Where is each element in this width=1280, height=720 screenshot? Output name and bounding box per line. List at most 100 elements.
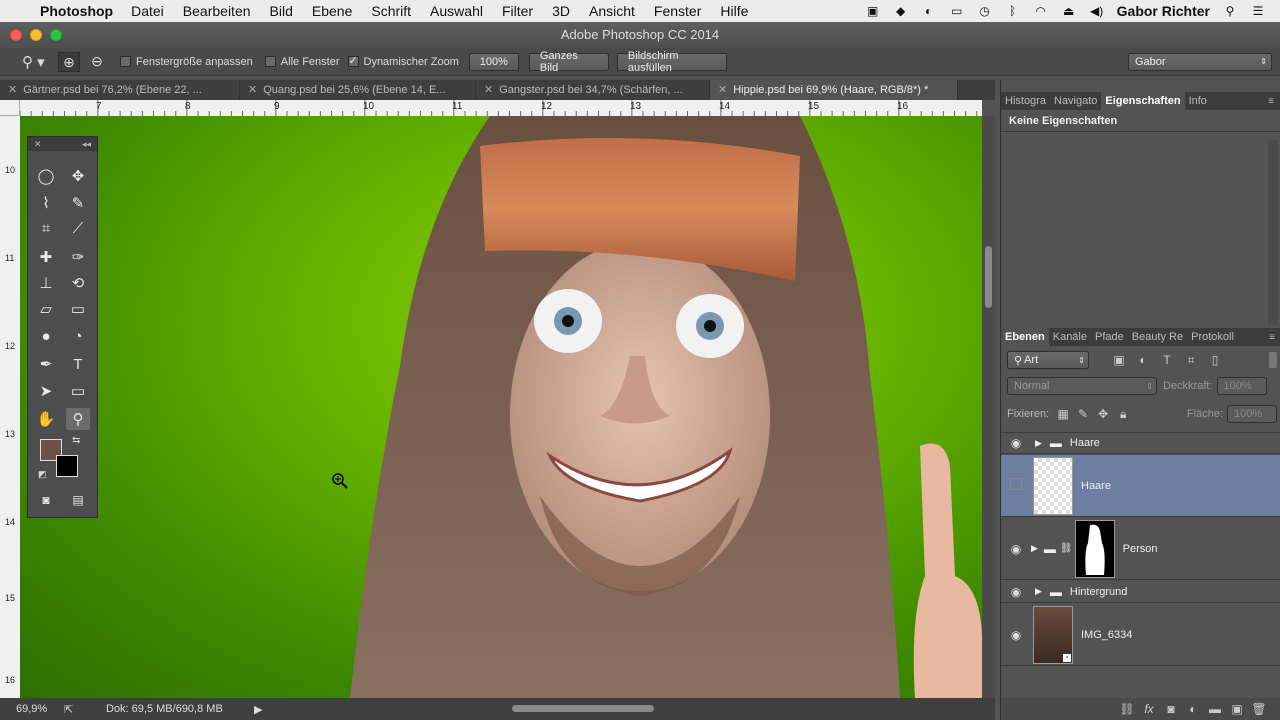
tab-history[interactable]: Protokoll xyxy=(1187,328,1238,346)
all-windows-checkbox[interactable]: Alle Fenster xyxy=(264,56,340,68)
type-tool-icon[interactable]: T xyxy=(66,353,90,375)
layer-row[interactable]: ◉ ▶ ▬ ⛓ Person xyxy=(1001,518,1280,580)
lock-transparent-icon[interactable]: ▦ xyxy=(1055,407,1071,421)
panel-menu-icon[interactable]: ≡ xyxy=(1269,332,1275,343)
tab-layers[interactable]: Ebenen xyxy=(1001,328,1049,346)
tab-gaertner[interactable]: ✕ Gärtner.psd bei 76,2% (Ebene 22, ... xyxy=(0,80,240,100)
blur-icon[interactable]: ● xyxy=(34,325,58,347)
screen-mode-icon[interactable]: ▤ xyxy=(66,489,90,511)
menu-schrift[interactable]: Schrift xyxy=(371,3,411,19)
menu-app[interactable]: Photoshop xyxy=(40,3,113,19)
time-machine-icon[interactable]: ◷ xyxy=(977,4,993,18)
airplay-icon[interactable]: ▭ xyxy=(949,4,965,18)
zoom-100-button[interactable]: 100% xyxy=(468,52,519,71)
ruler-origin[interactable] xyxy=(0,100,20,116)
zoom-window-button[interactable] xyxy=(50,29,62,41)
filter-type-icon[interactable]: T xyxy=(1159,353,1175,367)
tab-gangster[interactable]: ✕ Gangster.psd bei 34,7% (Schärfen, ... xyxy=(476,80,710,100)
menu-ebene[interactable]: Ebene xyxy=(312,3,352,19)
close-window-button[interactable] xyxy=(10,29,22,41)
pen-icon[interactable]: ✒ xyxy=(34,353,58,375)
filter-adjustment-icon[interactable]: ◐ xyxy=(1135,353,1151,367)
path-select-icon[interactable]: ➤ xyxy=(34,380,58,402)
fill-input[interactable]: 100% xyxy=(1227,405,1277,423)
close-tab-icon[interactable]: ✕ xyxy=(8,84,17,96)
lock-pixels-icon[interactable]: ✎ xyxy=(1075,407,1091,421)
layer-name[interactable]: IMG_6334 xyxy=(1081,629,1132,641)
crop-icon[interactable]: ⌗ xyxy=(34,217,58,239)
layer-filter-select[interactable]: ⚲ Art ⇕ xyxy=(1007,351,1089,369)
collapse-panel-icon[interactable]: ◂◂ xyxy=(82,139,91,150)
history-brush-icon[interactable]: ⟲ xyxy=(66,272,90,294)
share-icon[interactable]: ⇱ xyxy=(64,703,84,716)
properties-scrollbar[interactable] xyxy=(1268,140,1278,325)
filter-shape-icon[interactable]: ⌗ xyxy=(1183,353,1199,367)
hand-icon[interactable]: ✋ xyxy=(34,408,58,430)
visibility-eye-icon[interactable]: ◉ xyxy=(1001,542,1031,556)
layer-name[interactable]: Haare xyxy=(1081,480,1111,492)
horizontal-ruler[interactable]: 7 8 9 10 11 12 13 14 15 16 xyxy=(20,100,982,116)
close-tab-icon[interactable]: ✕ xyxy=(718,84,727,96)
healing-brush-icon[interactable]: ✚ xyxy=(34,246,58,268)
tab-paths[interactable]: Pfade xyxy=(1091,328,1128,346)
default-colors-icon[interactable]: ◩ xyxy=(38,469,47,480)
sync-icon[interactable]: ◐ xyxy=(921,4,937,18)
wifi-icon[interactable]: ◠ xyxy=(1033,4,1049,18)
move-tool-icon[interactable]: ✥ xyxy=(66,165,90,187)
new-layer-icon[interactable]: ▣ xyxy=(1229,702,1245,716)
zoom-tool-preset-icon[interactable]: ⚲ ▾ xyxy=(22,53,52,71)
menu-bild[interactable]: Bild xyxy=(270,3,293,19)
menu-hilfe[interactable]: Hilfe xyxy=(720,3,748,19)
visibility-eye-icon[interactable]: ◉ xyxy=(1001,436,1031,450)
visibility-eye-icon[interactable]: ◉ xyxy=(1001,628,1031,642)
dropbox-icon[interactable]: ◆ xyxy=(893,4,909,18)
clone-stamp-icon[interactable]: ⊥ xyxy=(34,272,58,294)
menu-ansicht[interactable]: Ansicht xyxy=(589,3,635,19)
menu-auswahl[interactable]: Auswahl xyxy=(430,3,483,19)
volume-icon[interactable]: ◀) xyxy=(1089,4,1105,18)
scroll-thumb[interactable] xyxy=(985,246,992,308)
zoom-out-icon[interactable]: ⊖ xyxy=(86,53,108,70)
menu-fenster[interactable]: Fenster xyxy=(654,3,701,19)
lock-position-icon[interactable]: ✥ xyxy=(1095,407,1111,421)
tab-properties[interactable]: Eigenschaften xyxy=(1101,92,1185,110)
menu-bearbeiten[interactable]: Bearbeiten xyxy=(183,3,251,19)
quick-mask-icon[interactable]: ◙ xyxy=(34,489,58,511)
zoom-in-icon[interactable]: ⊕ xyxy=(58,51,80,72)
panel-menu-icon[interactable]: ≡ xyxy=(1268,96,1274,107)
opacity-input[interactable]: 100% xyxy=(1216,377,1267,395)
expand-arrow-icon[interactable]: ▶ xyxy=(1035,438,1042,449)
filter-smart-object-icon[interactable]: ▯ xyxy=(1207,353,1223,367)
rectangle-icon[interactable]: ▭ xyxy=(66,380,90,402)
zoom-tool-icon[interactable]: ⚲ xyxy=(66,408,90,430)
add-mask-icon[interactable]: ◙ xyxy=(1163,702,1179,716)
tab-beauty[interactable]: Beauty Re xyxy=(1128,328,1187,346)
minimize-window-button[interactable] xyxy=(30,29,42,41)
vertical-ruler[interactable]: 10 11 12 13 14 15 16 xyxy=(0,116,20,698)
menu-filter[interactable]: Filter xyxy=(502,3,533,19)
layer-name[interactable]: Haare xyxy=(1070,437,1100,449)
fit-window-checkbox[interactable]: Fenstergröße anpassen xyxy=(120,56,253,68)
layer-mask-thumbnail[interactable] xyxy=(1074,519,1115,578)
brush-icon[interactable]: ✑ xyxy=(66,246,90,268)
menu-datei[interactable]: Datei xyxy=(131,3,164,19)
document-canvas[interactable] xyxy=(20,116,982,698)
tab-histogram[interactable]: Histogra xyxy=(1001,92,1050,110)
eject-icon[interactable]: ⏏ xyxy=(1061,4,1077,18)
layer-row[interactable]: ◉ ▶ ▬ Hintergrund xyxy=(1001,581,1280,603)
trash-icon[interactable]: 🗑︎ xyxy=(1251,702,1267,716)
layer-row[interactable]: ◉ ▫ IMG_6334 xyxy=(1001,604,1280,666)
horizontal-scroll-thumb[interactable] xyxy=(512,705,654,712)
tab-quang[interactable]: ✕ Quang.psd bei 25,6% (Ebene 14, E... xyxy=(240,80,476,100)
tab-navigator[interactable]: Navigato xyxy=(1050,92,1101,110)
lock-all-icon[interactable]: 🔒︎ xyxy=(1115,407,1131,421)
layer-row[interactable]: ◉ ▶ ▬ Haare xyxy=(1001,432,1280,454)
filter-pixel-icon[interactable]: ▣ xyxy=(1111,353,1127,367)
status-menu-arrow-icon[interactable]: ▶ xyxy=(254,703,262,716)
visibility-eye-icon[interactable]: ◉ xyxy=(1001,585,1031,599)
close-tab-icon[interactable]: ✕ xyxy=(484,84,493,96)
notification-icon[interactable]: ☰ xyxy=(1250,4,1266,18)
expand-arrow-icon[interactable]: ▶ xyxy=(1031,543,1038,554)
layer-row-selected[interactable]: Haare xyxy=(1001,455,1280,517)
layer-name[interactable]: Hintergrund xyxy=(1070,586,1127,598)
